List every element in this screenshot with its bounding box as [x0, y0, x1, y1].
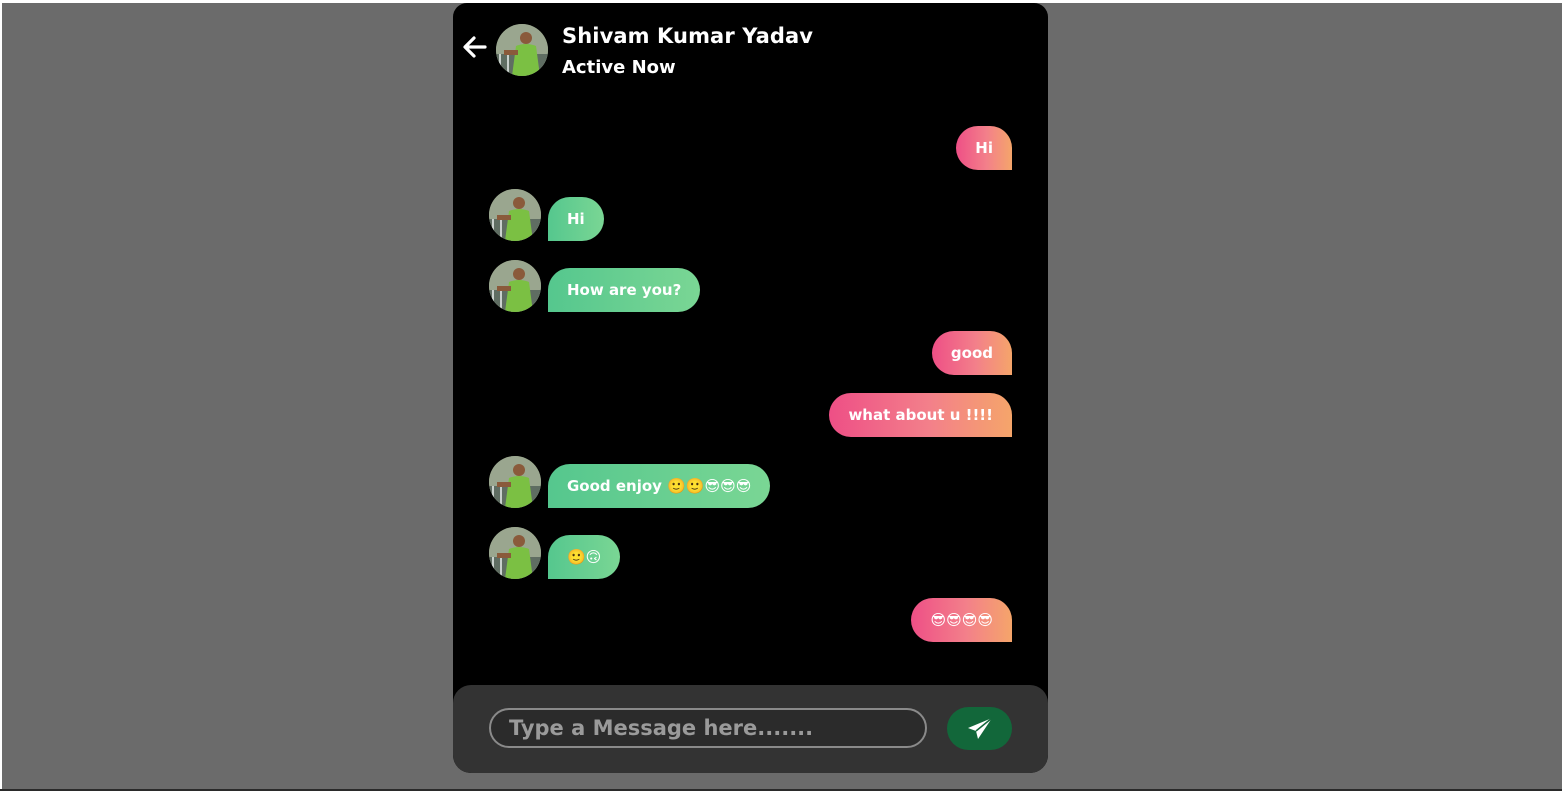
message-row: Good enjoy 🙂🙂😎😎😎 — [489, 456, 771, 508]
message-row: Hi — [489, 189, 604, 241]
contact-name: Shivam Kumar Yadav — [562, 24, 814, 48]
arrow-left-icon[interactable] — [461, 33, 489, 61]
message-avatar[interactable] — [489, 189, 541, 241]
message-input[interactable] — [489, 708, 927, 748]
outgoing-message-bubble: 😎😎😎😎 — [911, 598, 1012, 642]
outgoing-message-bubble: Hi — [956, 126, 1012, 170]
message-row: Hi — [956, 126, 1012, 170]
message-row: 🙂🙃 — [489, 527, 621, 579]
message-row: what about u !!!! — [829, 393, 1012, 437]
message-row: How are you? — [489, 260, 701, 312]
incoming-message-bubble: 🙂🙃 — [548, 535, 621, 579]
send-button[interactable] — [947, 707, 1012, 750]
message-row: 😎😎😎😎 — [911, 598, 1012, 642]
incoming-message-bubble: Hi — [548, 197, 604, 241]
window-left-edge — [0, 0, 2, 791]
chat-window: Shivam Kumar Yadav Active Now Hi Hi How … — [453, 3, 1048, 773]
outgoing-message-bubble: what about u !!!! — [829, 393, 1012, 437]
outgoing-message-bubble: good — [931, 331, 1012, 375]
chat-header: Shivam Kumar Yadav Active Now — [453, 3, 1048, 93]
paper-plane-icon — [967, 716, 992, 739]
incoming-message-bubble: How are you? — [548, 268, 701, 312]
message-avatar[interactable] — [489, 456, 541, 508]
message-avatar[interactable] — [489, 260, 541, 312]
contact-avatar[interactable] — [496, 24, 548, 76]
message-row: good — [931, 331, 1012, 375]
message-composer — [453, 685, 1048, 773]
incoming-message-bubble: Good enjoy 🙂🙂😎😎😎 — [548, 464, 771, 508]
contact-status: Active Now — [562, 57, 676, 78]
message-avatar[interactable] — [489, 527, 541, 579]
